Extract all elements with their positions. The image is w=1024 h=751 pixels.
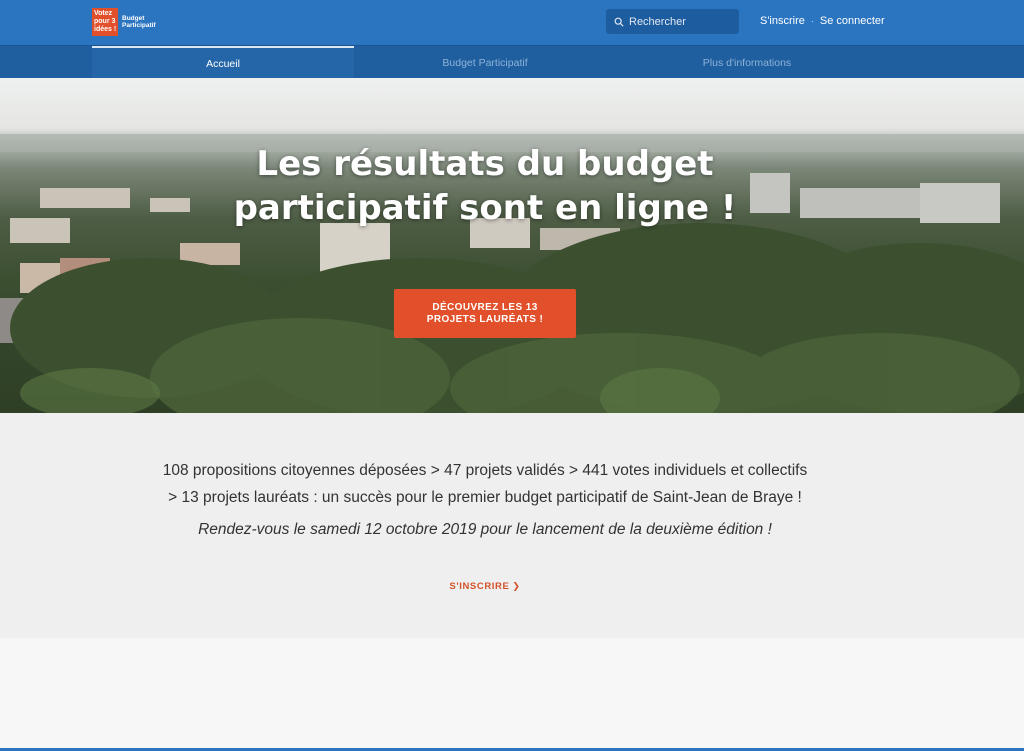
main-nav: Accueil Budget Participatif Plus d'infor… xyxy=(0,45,1024,79)
search-input[interactable] xyxy=(629,15,729,28)
logo-label: Budget Participatif xyxy=(122,15,156,29)
register-cta[interactable]: S'INSCRIRE ❯ xyxy=(0,581,970,592)
stats-summary: 108 propositions citoyennes déposées > 4… xyxy=(0,457,970,511)
hero-title: Les résultats du budget participatif son… xyxy=(0,142,970,230)
chevron-right-icon: ❯ xyxy=(512,581,521,591)
next-edition-notice: Rendez-vous le samedi 12 octobre 2019 po… xyxy=(198,521,772,538)
site-logo[interactable]: Votez pour 3 idées ! Budget Participatif xyxy=(92,8,158,36)
register-cta-label: S'INSCRIRE xyxy=(449,581,510,592)
hero-title-text: Les résultats du budget participatif son… xyxy=(233,144,737,228)
hero-banner: Les résultats du budget participatif son… xyxy=(0,78,1024,413)
top-bar: Votez pour 3 idées ! Budget Participatif… xyxy=(0,0,1024,45)
city-aerial-photo xyxy=(0,134,1024,413)
logo-badge: Votez pour 3 idées ! xyxy=(92,8,118,36)
tab-budget-participatif[interactable]: Budget Participatif xyxy=(354,46,616,79)
tab-accueil[interactable]: Accueil xyxy=(92,46,354,79)
register-link[interactable]: S'inscrire xyxy=(760,15,805,27)
footer-area xyxy=(0,638,1024,751)
stats-line-2: > 13 projets lauréats : un succès pour l… xyxy=(168,489,802,506)
search-icon xyxy=(614,17,624,27)
tab-plus-informations[interactable]: Plus d'informations xyxy=(616,46,878,79)
stats-line-1: 108 propositions citoyennes déposées > 4… xyxy=(162,462,808,479)
login-link[interactable]: Se connecter xyxy=(820,15,885,27)
discover-projects-button[interactable]: DÉCOUVREZ LES 13 PROJETS LAURÉATS ! xyxy=(394,289,576,338)
auth-links: S'inscrire · Se connecter xyxy=(760,15,885,27)
auth-separator: · xyxy=(810,16,814,26)
search-box[interactable] xyxy=(606,9,739,34)
stats-section: 108 propositions citoyennes déposées > 4… xyxy=(0,413,1024,638)
